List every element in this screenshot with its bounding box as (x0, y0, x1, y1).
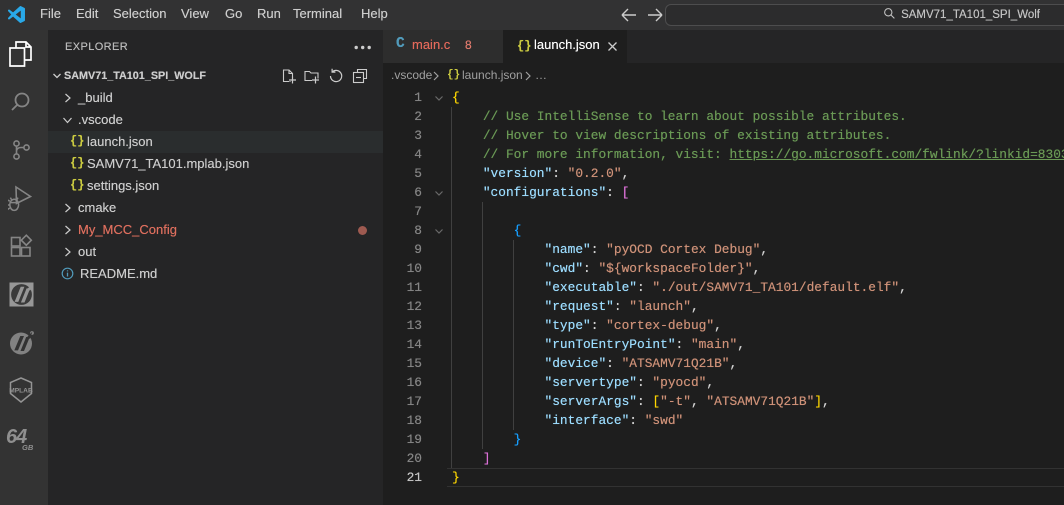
svg-text:GB: GB (22, 443, 34, 452)
svg-text:MPLAB: MPLAB (9, 388, 33, 395)
